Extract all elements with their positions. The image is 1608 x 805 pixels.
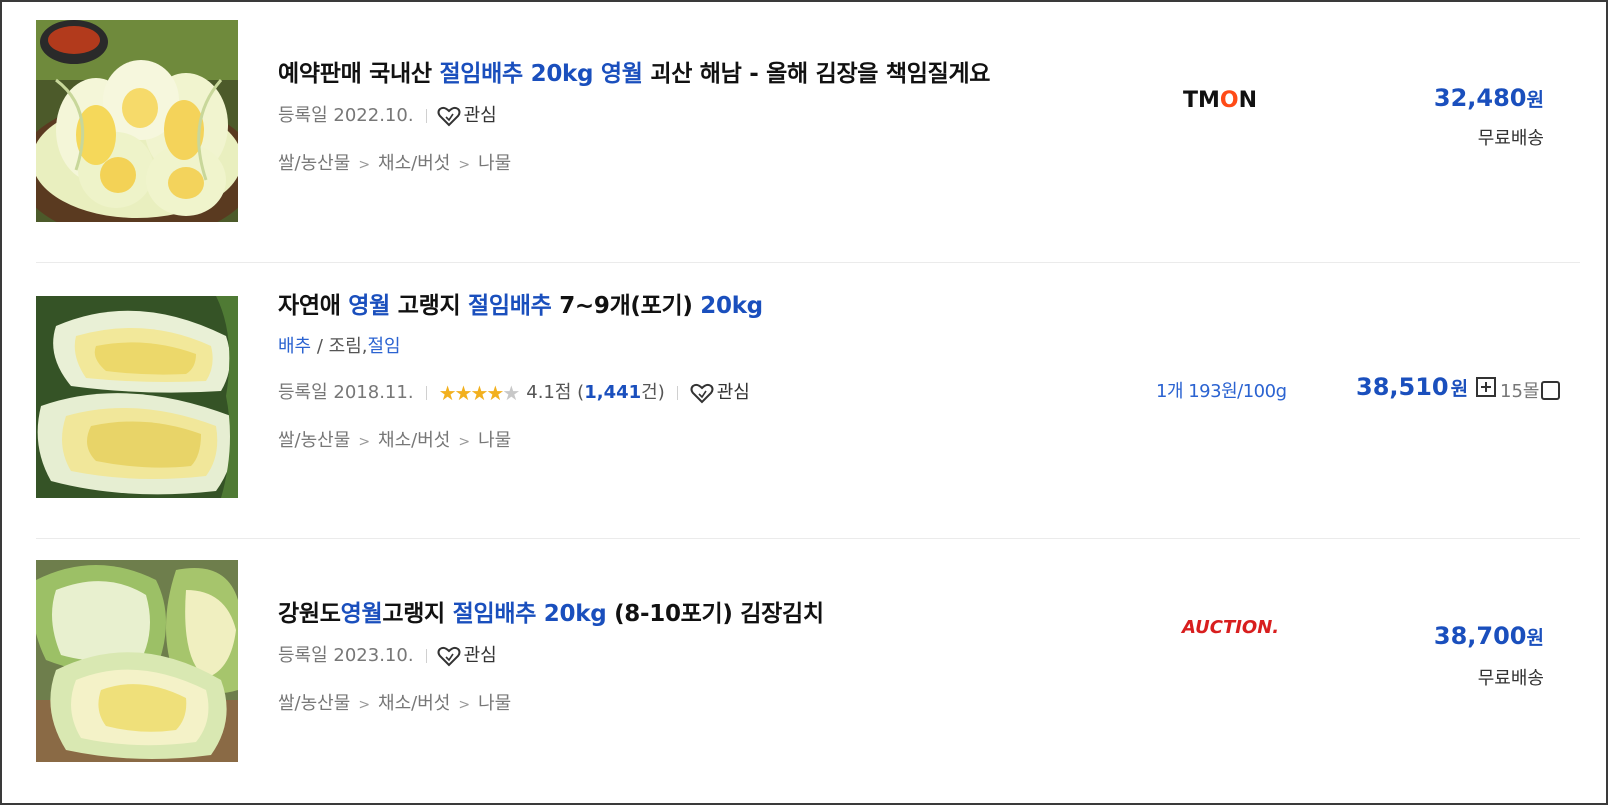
zzim-button[interactable]: 관심 [437, 644, 497, 668]
chevron-right-icon: > [358, 157, 371, 173]
checkbox-icon[interactable] [1541, 380, 1561, 400]
mall-logo-tmon[interactable]: TMON [1183, 88, 1257, 113]
star-icon: ★ [454, 381, 473, 405]
product-meta-1: 등록일 2022.10. 관심 [278, 104, 1158, 128]
heart-outline-icon [437, 106, 461, 127]
category-level-3[interactable]: 나물 [478, 430, 511, 451]
chevron-right-icon: > [358, 434, 371, 450]
product-info-1: 예약판매 국내산 절임배추 20kg 영월 괴산 해남 - 올해 김장을 책임질… [278, 20, 1158, 177]
rating-summary[interactable]: 4.1점 (1,441건) [526, 381, 664, 405]
category-path-1: 쌀/농산물 > 채소/버섯 > 나물 [278, 152, 1158, 177]
product-price-3[interactable]: 38,700원 [1434, 622, 1544, 650]
product-item-2: 자연애 영월 고랭지 절임배추 7~9개(포기) 20kg 배추 / 조림,절임… [36, 293, 1580, 498]
chevron-right-icon: > [458, 157, 471, 173]
meta-separator [425, 109, 427, 123]
product-meta-2: 등록일 2018.11. ★ ★ ★ ★ ★ 4.1점 (1,441건) 관심 [278, 381, 1158, 405]
heart-outline-icon [437, 646, 461, 667]
category-path-2: 쌀/농산물 > 채소/버섯 > 나물 [278, 429, 1158, 454]
shipping-info-1: 무료배송 [1477, 128, 1544, 149]
product-thumbnail-3[interactable] [36, 560, 238, 762]
product-thumbnail-1[interactable] [36, 20, 238, 222]
registration-date: 등록일 2022.10. [278, 105, 414, 126]
mall-logo-auction[interactable]: AUCTION. [1182, 617, 1279, 638]
chevron-right-icon: > [458, 697, 471, 713]
product-title-1[interactable]: 예약판매 국내산 절임배추 20kg 영월 괴산 해남 - 올해 김장을 책임질… [278, 59, 1158, 89]
product-thumbnail-2[interactable] [36, 296, 238, 498]
star-icon: ★ [486, 381, 504, 405]
category-path-3: 쌀/농산물 > 채소/버섯 > 나물 [278, 692, 1158, 717]
zzim-button[interactable]: 관심 [437, 104, 497, 128]
chevron-right-icon: > [358, 697, 371, 713]
rating-stars: ★ ★ ★ ★ ★ [438, 381, 521, 405]
shipping-info-3: 무료배송 [1477, 668, 1544, 689]
category-level-2[interactable]: 채소/버섯 [378, 693, 450, 714]
category-level-3[interactable]: 나물 [478, 153, 511, 174]
mall-count-2[interactable]: 15몰 [1500, 377, 1561, 403]
star-icon: ★ [470, 381, 488, 405]
product-info-2: 자연애 영월 고랭지 절임배추 7~9개(포기) 20kg 배추 / 조림,절임… [278, 293, 1158, 454]
product-title-3[interactable]: 강원도영월고랭지 절임배추 20kg (8-10포기) 김장김치 [278, 599, 1158, 629]
star-icon: ★ [502, 381, 520, 405]
plus-box-icon[interactable] [1476, 377, 1497, 397]
product-price-1[interactable]: 32,480원 [1434, 84, 1544, 112]
category-level-1[interactable]: 쌀/농산물 [278, 430, 350, 451]
meta-separator [425, 649, 427, 663]
chevron-right-icon: > [458, 434, 471, 450]
product-item-1: 예약판매 국내산 절임배추 20kg 영월 괴산 해남 - 올해 김장을 책임질… [36, 20, 1580, 222]
heart-outline-icon [690, 383, 714, 404]
product-title-2[interactable]: 자연애 영월 고랭지 절임배추 7~9개(포기) 20kg [278, 291, 1158, 321]
product-price-2[interactable]: 38,510 원 [1356, 373, 1497, 401]
meta-separator [676, 386, 678, 400]
unit-price-2: 1개 193원/100g [1156, 381, 1287, 402]
registration-date: 등록일 2018.11. [278, 382, 414, 403]
product-tags-2: 배추 / 조림,절임 [278, 336, 401, 357]
category-level-1[interactable]: 쌀/농산물 [278, 153, 350, 174]
category-level-1[interactable]: 쌀/농산물 [278, 693, 350, 714]
star-icon: ★ [438, 381, 457, 405]
product-meta-3: 등록일 2023.10. 관심 [278, 644, 1158, 668]
tag-cabbage[interactable]: 배추 [278, 336, 311, 357]
meta-separator [425, 386, 427, 400]
category-level-3[interactable]: 나물 [478, 693, 511, 714]
zzim-button[interactable]: 관심 [690, 381, 750, 405]
row-divider [36, 262, 1580, 263]
product-info-3: 강원도영월고랭지 절임배추 20kg (8-10포기) 김장김치 등록일 202… [278, 560, 1158, 717]
category-level-2[interactable]: 채소/버섯 [378, 430, 450, 451]
category-level-2[interactable]: 채소/버섯 [378, 153, 450, 174]
row-divider [36, 538, 1580, 539]
registration-date: 등록일 2023.10. [278, 645, 414, 666]
product-item-3: 강원도영월고랭지 절임배추 20kg (8-10포기) 김장김치 등록일 202… [36, 560, 1580, 762]
tag-pickled[interactable]: 절임 [367, 336, 400, 357]
